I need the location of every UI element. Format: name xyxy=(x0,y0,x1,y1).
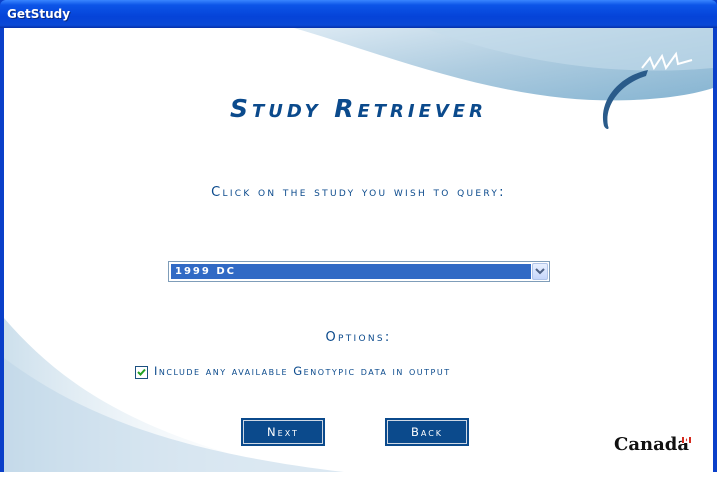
window-title: GetStudy xyxy=(7,7,71,21)
canada-wordmark: Canada xyxy=(614,434,689,455)
genotypic-checkbox-label[interactable]: Include any available Genotypic data in … xyxy=(154,364,451,378)
chevron-down-icon xyxy=(535,268,545,275)
window-bottom-edge xyxy=(0,472,717,477)
study-dropdown-value: 1999 DC xyxy=(171,264,531,279)
back-button[interactable]: Back xyxy=(385,418,469,446)
app-window: GetStudy Study Retriever Click on the st… xyxy=(0,0,717,477)
canada-flag-icon xyxy=(682,437,691,443)
main-panel: Study Retriever Click on the study you w… xyxy=(4,28,713,472)
genotypic-checkbox[interactable] xyxy=(135,366,148,379)
options-heading: Options: xyxy=(325,330,392,345)
study-dropdown[interactable]: 1999 DC xyxy=(168,261,550,282)
study-prompt: Click on the study you wish to query: xyxy=(211,185,506,200)
dropdown-button[interactable] xyxy=(532,263,548,280)
checkmark-icon xyxy=(137,368,146,376)
page-title: Study Retriever xyxy=(230,94,487,123)
title-bar[interactable]: GetStudy xyxy=(0,0,717,28)
next-button[interactable]: Next xyxy=(241,418,325,446)
